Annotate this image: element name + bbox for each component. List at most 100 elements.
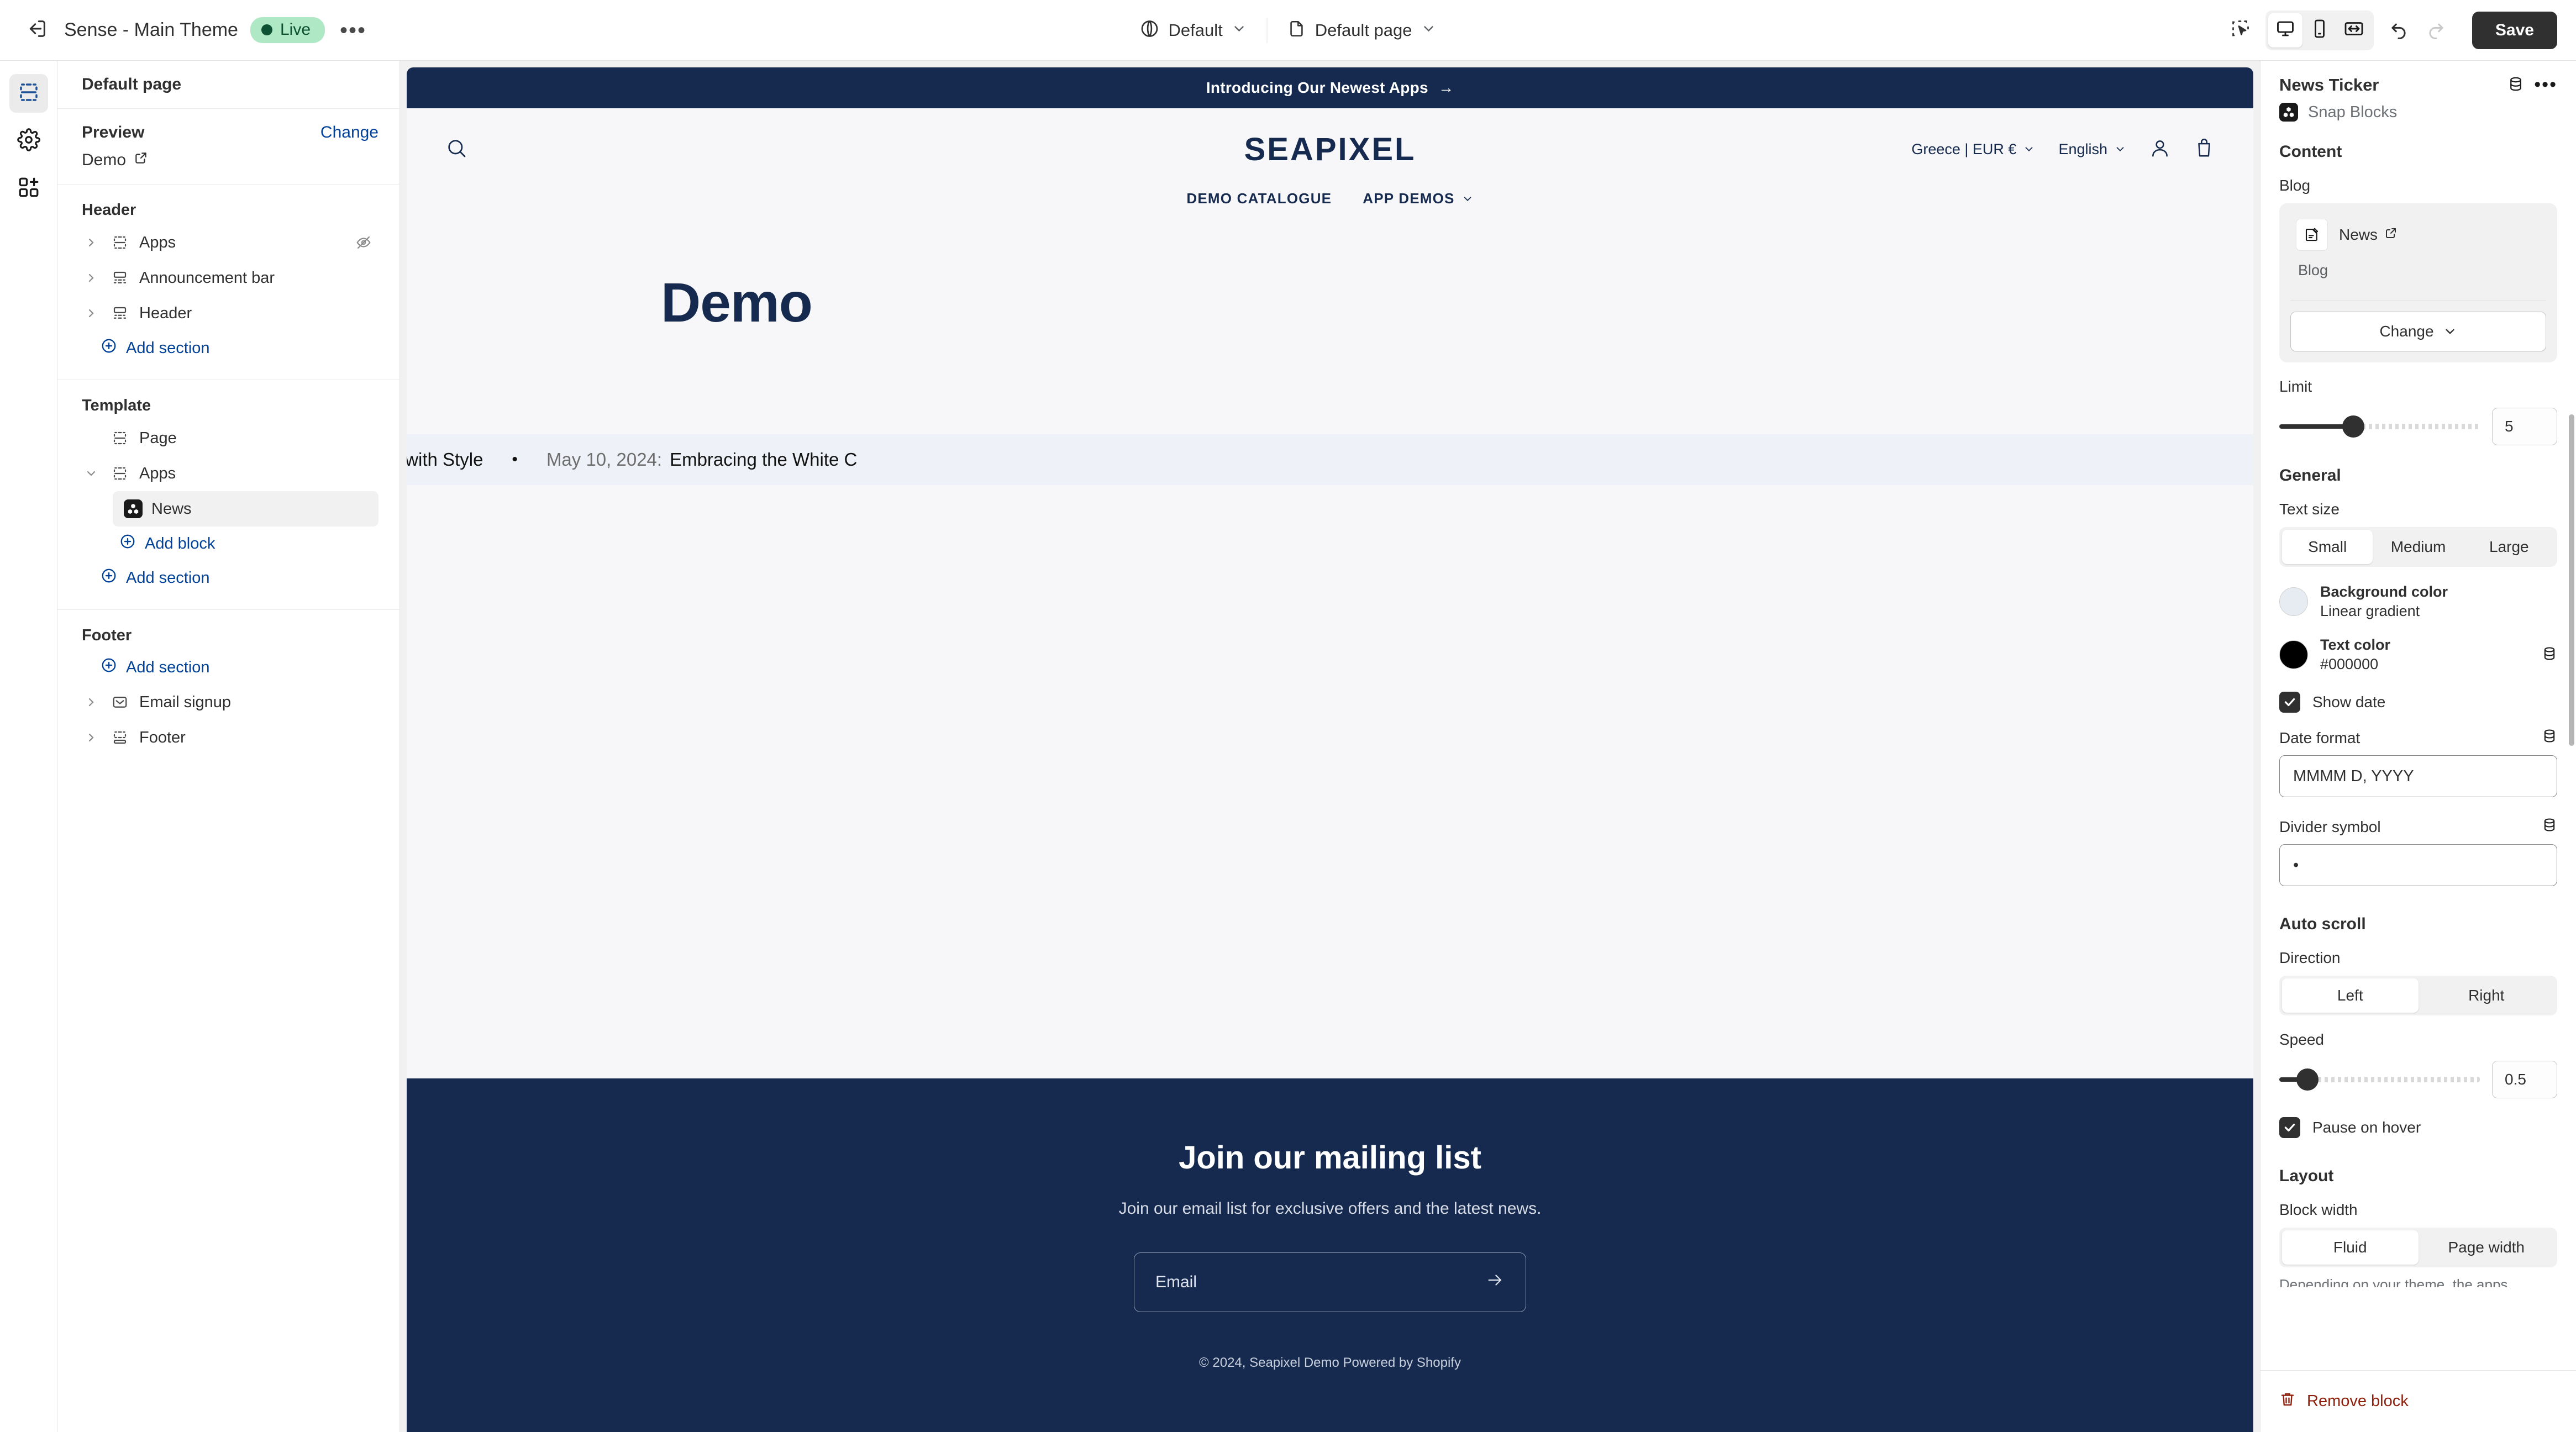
add-block-button[interactable]: Add block xyxy=(82,527,378,561)
sidebar-item-news-block[interactable]: News xyxy=(113,491,378,527)
database-icon[interactable] xyxy=(2507,76,2524,95)
redo-button[interactable] xyxy=(2419,13,2453,48)
ellipsis-icon[interactable]: ••• xyxy=(2534,76,2557,94)
show-date-checkbox[interactable] xyxy=(2279,692,2300,713)
chevron-down-icon xyxy=(2026,147,2033,152)
store-logo[interactable]: SEAPIXEL xyxy=(1244,131,1416,168)
text-size-option-medium[interactable]: Medium xyxy=(2373,530,2463,564)
pause-on-hover-row[interactable]: Pause on hover xyxy=(2279,1117,2557,1138)
email-icon xyxy=(109,694,130,710)
nav-app-demos[interactable]: APP DEMOS xyxy=(1363,190,1473,207)
hidden-eye-icon[interactable] xyxy=(355,234,372,251)
ticker-item[interactable]: May 10, 2024: The Art of Carving: Master… xyxy=(407,449,483,470)
background-color-row[interactable]: Background color Linear gradient xyxy=(2279,583,2557,620)
database-icon[interactable] xyxy=(2542,728,2557,747)
chevron-right-icon[interactable] xyxy=(82,696,101,709)
preview-value[interactable]: Demo xyxy=(82,151,378,170)
undo-button[interactable] xyxy=(2382,13,2416,48)
external-link-icon[interactable] xyxy=(2384,226,2398,244)
chevron-down-icon[interactable] xyxy=(82,467,101,480)
chevron-down-icon xyxy=(1464,196,1471,201)
theme-name: Sense - Main Theme xyxy=(64,19,238,40)
sidebar-item-email-signup[interactable]: Email signup xyxy=(82,685,378,720)
speed-slider[interactable] xyxy=(2279,1068,2480,1091)
text-color-row[interactable]: Text color #000000 xyxy=(2279,636,2557,673)
search-icon[interactable] xyxy=(445,137,467,162)
block-width-segmented-control: Fluid Page width xyxy=(2279,1228,2557,1267)
chevron-right-icon[interactable] xyxy=(82,731,101,744)
show-date-row[interactable]: Show date xyxy=(2279,692,2557,713)
direction-option-left[interactable]: Left xyxy=(2282,978,2419,1013)
sidebar-item-label: Apps xyxy=(139,233,176,251)
top-bar-center: Default Default page xyxy=(1129,12,1446,48)
app-name: Snap Blocks xyxy=(2308,103,2398,121)
add-section-label: Add section xyxy=(126,339,210,357)
sidebar-item-page[interactable]: Page xyxy=(82,420,378,456)
block-width-option-fluid[interactable]: Fluid xyxy=(2282,1230,2419,1265)
chevron-down-icon xyxy=(1421,21,1437,39)
chevron-right-icon[interactable] xyxy=(82,307,101,320)
preview-announcement-bar[interactable]: Introducing Our Newest Apps → xyxy=(407,67,2253,108)
rail-sections-button[interactable] xyxy=(9,74,48,113)
rail-apps-button[interactable] xyxy=(9,169,48,208)
change-blog-button[interactable]: Change xyxy=(2290,312,2546,351)
inspector-toggle-button[interactable] xyxy=(2223,13,2258,48)
sidebar-item-header[interactable]: Header xyxy=(82,296,378,331)
limit-slider-handle[interactable] xyxy=(2342,415,2365,438)
theme-more-actions-button[interactable]: ••• xyxy=(336,13,370,48)
sidebar-item-header-apps[interactable]: Apps xyxy=(82,225,378,260)
database-icon[interactable] xyxy=(2542,817,2557,836)
preview-store-nav: DEMO CATALOGUE APP DEMOS xyxy=(407,190,2253,228)
background-color-swatch[interactable] xyxy=(2279,587,2308,616)
limit-slider[interactable] xyxy=(2279,415,2480,438)
device-mobile-button[interactable] xyxy=(2302,13,2337,48)
remove-block-button[interactable]: Remove block xyxy=(2279,1391,2409,1412)
preview-change-link[interactable]: Change xyxy=(320,123,378,142)
cart-icon[interactable] xyxy=(2194,138,2215,161)
language-selector[interactable]: English xyxy=(2058,141,2126,158)
section-icon xyxy=(109,430,130,446)
country-currency-selector[interactable]: Greece | EUR € xyxy=(1911,141,2035,158)
chevron-right-icon[interactable] xyxy=(82,236,101,249)
divider-symbol-input[interactable]: • xyxy=(2279,844,2557,886)
picked-resource-name[interactable]: News xyxy=(2339,226,2398,244)
sidebar-item-footer[interactable]: Footer xyxy=(82,720,378,755)
speed-slider-row: 0.5 xyxy=(2279,1061,2557,1098)
news-ticker-block[interactable]: e Zen of Snowboarding • May 10, 2024: Th… xyxy=(407,434,2253,485)
device-fullscreen-button[interactable] xyxy=(2337,13,2371,48)
nav-demo-catalogue[interactable]: DEMO CATALOGUE xyxy=(1186,190,1332,207)
section-icon xyxy=(109,234,130,251)
database-icon[interactable] xyxy=(2542,646,2557,664)
device-desktop-button[interactable] xyxy=(2268,13,2302,48)
limit-value-input[interactable]: 5 xyxy=(2492,408,2557,445)
text-size-option-small[interactable]: Small xyxy=(2282,530,2373,564)
email-input[interactable]: Email xyxy=(1134,1252,1526,1312)
save-button[interactable]: Save xyxy=(2472,11,2557,49)
text-color-swatch[interactable] xyxy=(2279,640,2308,669)
picked-resource-row[interactable]: News xyxy=(2290,219,2546,251)
speed-value-input[interactable]: 0.5 xyxy=(2492,1061,2557,1098)
date-format-input[interactable]: MMMM D, YYYY xyxy=(2279,755,2557,797)
add-section-template-button[interactable]: Add section xyxy=(82,561,378,595)
sidebar-item-template-apps[interactable]: Apps xyxy=(82,456,378,491)
blog-field-label: Blog xyxy=(2279,177,2311,194)
ticker-item[interactable]: May 10, 2024: Embracing the White C xyxy=(546,449,857,470)
sidebar-item-announcement-bar[interactable]: Announcement bar xyxy=(82,260,378,296)
inspector-scrollbar[interactable] xyxy=(2569,414,2574,746)
add-section-header-button[interactable]: Add section xyxy=(82,331,378,365)
direction-option-right[interactable]: Right xyxy=(2419,978,2555,1013)
page-selector[interactable]: Default page xyxy=(1278,13,1447,48)
add-section-footer-button[interactable]: Add section xyxy=(82,650,378,685)
text-size-option-large[interactable]: Large xyxy=(2464,530,2554,564)
rail-theme-settings-button[interactable] xyxy=(9,122,48,160)
account-icon[interactable] xyxy=(2149,138,2170,161)
block-width-option-page-width[interactable]: Page width xyxy=(2419,1230,2555,1265)
status-badge: Live xyxy=(250,17,325,43)
date-format-label: Date format xyxy=(2279,729,2361,746)
speed-slider-handle[interactable] xyxy=(2296,1068,2319,1091)
arrow-right-icon[interactable] xyxy=(1486,1271,1505,1294)
chevron-right-icon[interactable] xyxy=(82,271,101,285)
pause-on-hover-checkbox[interactable] xyxy=(2279,1117,2300,1138)
exit-editor-button[interactable] xyxy=(20,13,54,48)
market-selector[interactable]: Default xyxy=(1129,12,1257,48)
